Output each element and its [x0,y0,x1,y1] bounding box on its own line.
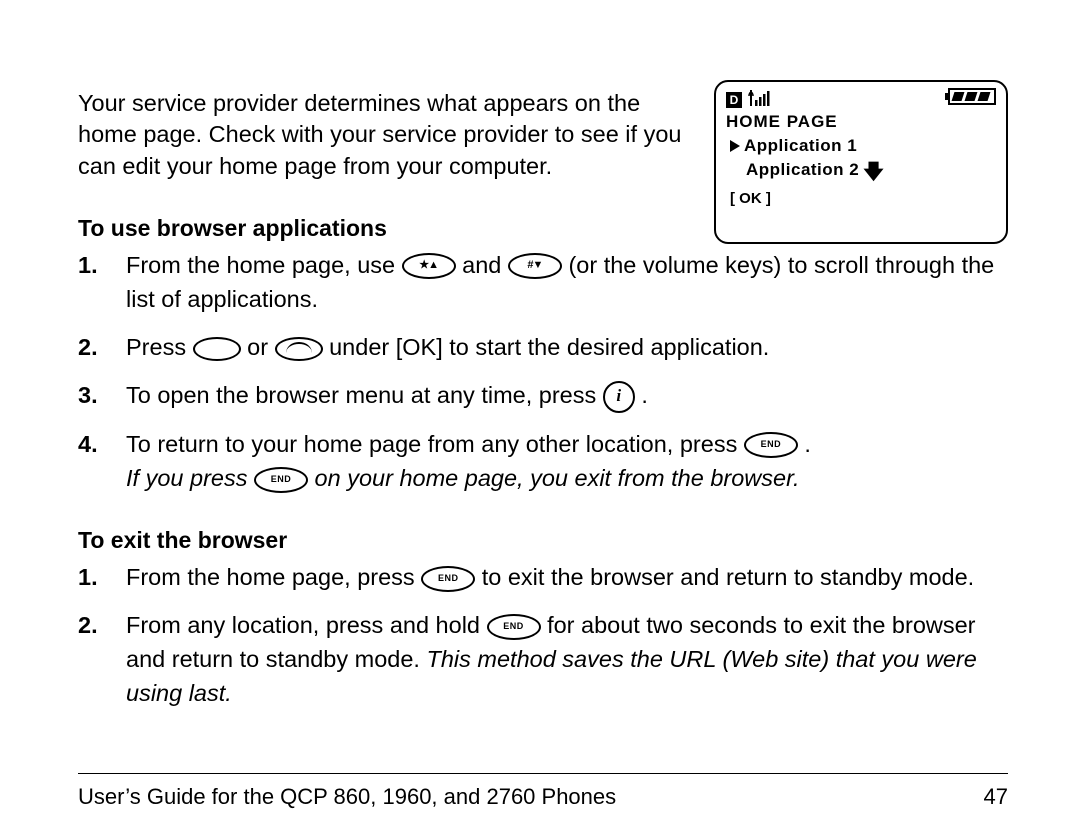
end-key-icon: END [744,432,798,458]
phone-app-row-2: Application 2 🡇 [726,160,996,180]
step4-note: If you press END on your home page, you … [126,465,800,491]
star-up-key-icon [402,253,456,279]
step3: To open the browser menu at any time, pr… [78,378,1008,413]
text: or [247,334,274,360]
exit-step1: From the home page, press END to exit th… [78,560,1008,594]
step4: To return to your home page from any oth… [78,427,1008,495]
text: To return to your home page from any oth… [126,431,744,457]
phone-app1-label: Application 1 [744,136,857,156]
text: From the home page, press [126,564,421,590]
footer-title: User’s Guide for the QCP 860, 1960, and … [78,784,616,810]
steps-exit-browser: From the home page, press END to exit th… [78,560,1008,710]
text: If you press [126,465,254,491]
footer-rule [78,773,1008,774]
phone-screen-mock: D HOME PAGE Application 1 [714,80,1008,244]
selection-triangle-icon [730,140,740,152]
text: to exit the browser and return to standb… [482,564,974,590]
intro-paragraph: Your service provider determines what ap… [78,88,688,183]
digital-icon: D [726,92,742,108]
text: From the home page, use [126,252,402,278]
phone-app-row-1: Application 1 [726,136,996,156]
end-key-icon: END [421,566,475,592]
heading-exit-browser: To exit the browser [78,527,1008,554]
phone-status-bar: D [726,88,996,110]
signal-icon [748,88,770,111]
hash-down-key-icon [508,253,562,279]
steps-use-browser: From the home page, use and (or the volu… [78,248,1008,495]
phone-app2-label: Application 2 [746,160,859,180]
text: and [462,252,508,278]
end-key-icon: END [254,467,308,493]
end-key-icon: END [487,614,541,640]
exit-step2: From any location, press and hold END fo… [78,608,1008,710]
text: . [804,431,811,457]
text: Press [126,334,193,360]
softkey-curve-icon [275,337,323,361]
text: . [641,382,648,408]
text: To open the browser menu at any time, pr… [126,382,603,408]
softkey-blank-icon [193,337,241,361]
page-footer: User’s Guide for the QCP 860, 1960, and … [78,784,1008,810]
page-number: 47 [984,784,1008,810]
step2: Press or under [OK] to start the desired… [78,330,1008,364]
text: on your home page, you exit from the bro… [315,465,800,491]
step1: From the home page, use and (or the volu… [78,248,1008,316]
battery-icon [948,88,996,105]
info-key-icon: i [603,381,635,413]
phone-title: HOME PAGE [726,112,996,132]
text: under [OK] to start the desired applicat… [329,334,769,360]
phone-ok-label: [ OK ] [726,190,996,207]
text: From any location, press and hold [126,612,487,638]
